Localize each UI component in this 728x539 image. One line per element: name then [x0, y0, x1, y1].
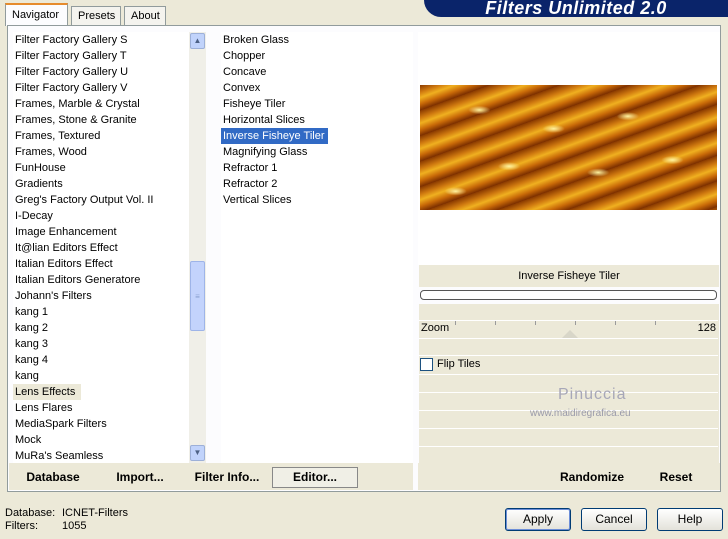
- watermark-url: www.maidiregrafica.eu: [530, 408, 631, 419]
- zoom-label: Zoom: [421, 322, 450, 334]
- filters-status-label: Filters:: [5, 520, 38, 532]
- category-list-item[interactable]: Filter Factory Gallery V: [13, 80, 189, 96]
- category-list[interactable]: Filter Factory Gallery S Filter Factory G…: [13, 32, 189, 463]
- tab-presets[interactable]: Presets: [71, 6, 121, 25]
- watermark-name: Pinuccia: [558, 386, 627, 403]
- help-button[interactable]: Help: [657, 508, 723, 531]
- category-list-item[interactable]: MuRa's Seamless: [13, 448, 189, 463]
- filter-list-item[interactable]: Refractor 2: [221, 176, 413, 192]
- category-list-item[interactable]: I-Decay: [13, 208, 189, 224]
- category-list-item[interactable]: Italian Editors Effect: [13, 256, 189, 272]
- category-list-item[interactable]: Frames, Wood: [13, 144, 189, 160]
- apply-button[interactable]: Apply: [505, 508, 571, 531]
- category-list-item[interactable]: Filter Factory Gallery U: [13, 64, 189, 80]
- app-title: Filters Unlimited 2.0: [424, 0, 728, 17]
- filters-status-value: 1055: [62, 520, 87, 532]
- category-list-item[interactable]: kang 3: [13, 336, 189, 352]
- category-list-item[interactable]: Lens Flares: [13, 400, 189, 416]
- zoom-slider-thumb[interactable]: [562, 330, 578, 338]
- category-list-item[interactable]: Greg's Factory Output Vol. II: [13, 192, 189, 208]
- editor-button[interactable]: Editor...: [272, 467, 358, 488]
- database-button[interactable]: Database: [20, 467, 86, 487]
- preview-image: [420, 85, 717, 210]
- category-list-item[interactable]: Johann's Filters: [13, 288, 189, 304]
- category-list-item[interactable]: kang 2: [13, 320, 189, 336]
- cancel-button[interactable]: Cancel: [581, 508, 647, 531]
- category-list-item[interactable]: Lens Effects: [13, 384, 82, 400]
- category-list-item[interactable]: Frames, Marble & Crystal: [13, 96, 189, 112]
- reset-button[interactable]: Reset: [650, 467, 702, 487]
- import-button[interactable]: Import...: [108, 467, 172, 487]
- flip-tiles-label[interactable]: Flip Tiles: [437, 358, 480, 370]
- filter-list-item[interactable]: Concave: [221, 64, 413, 80]
- filter-name-label: Inverse Fisheye Tiler: [419, 265, 719, 287]
- category-list-item[interactable]: FunHouse: [13, 160, 189, 176]
- flip-tiles-checkbox[interactable]: [420, 358, 433, 371]
- category-list-item[interactable]: Filter Factory Gallery T: [13, 48, 189, 64]
- filter-list-item[interactable]: Chopper: [221, 48, 413, 64]
- category-scrollbar[interactable]: [189, 32, 206, 463]
- zoom-slider-ticks: [455, 321, 695, 325]
- category-list-item[interactable]: Filter Factory Gallery S: [13, 32, 189, 48]
- category-list-item[interactable]: Frames, Stone & Granite: [13, 112, 189, 128]
- filter-list-item[interactable]: Broken Glass: [221, 32, 413, 48]
- database-status-value: ICNET-Filters: [62, 507, 128, 519]
- filter-info-button[interactable]: Filter Info...: [191, 467, 263, 487]
- filter-list-item[interactable]: Vertical Slices: [221, 192, 413, 208]
- tab-about[interactable]: About: [124, 6, 166, 25]
- category-list-item[interactable]: kang 1: [13, 304, 189, 320]
- category-list-item[interactable]: Image Enhancement: [13, 224, 189, 240]
- filter-list-item[interactable]: Refractor 1: [221, 160, 413, 176]
- scroll-up-arrow-icon[interactable]: ▲: [190, 33, 205, 49]
- filter-list-item[interactable]: Inverse Fisheye Tiler: [221, 128, 329, 144]
- filter-list-item[interactable]: Magnifying Glass: [221, 144, 413, 160]
- filter-list-item[interactable]: Convex: [221, 80, 413, 96]
- filter-list[interactable]: Broken Glass Chopper Concave Convex Fisheye …: [221, 32, 413, 463]
- tab-navigator[interactable]: Navigator: [5, 3, 68, 26]
- category-list-item[interactable]: Italian Editors Generatore: [13, 272, 189, 288]
- scroll-down-arrow-icon[interactable]: ▼: [190, 445, 205, 461]
- randomize-button[interactable]: Randomize: [553, 467, 631, 487]
- filter-list-item[interactable]: Horizontal Slices: [221, 112, 413, 128]
- progress-bar: [420, 290, 717, 300]
- category-list-item[interactable]: kang 4: [13, 352, 189, 368]
- database-status-label: Database:: [5, 507, 56, 519]
- category-list-item[interactable]: kang: [13, 368, 189, 384]
- settings-panel: [419, 304, 719, 464]
- scroll-thumb[interactable]: ≡: [190, 261, 205, 331]
- category-list-item[interactable]: Mock: [13, 432, 189, 448]
- category-list-item[interactable]: It@lian Editors Effect: [13, 240, 189, 256]
- filter-list-item[interactable]: Fisheye Tiler: [221, 96, 413, 112]
- category-list-item[interactable]: Gradients: [13, 176, 189, 192]
- category-list-item[interactable]: Frames, Textured: [13, 128, 189, 144]
- zoom-value: 128: [697, 322, 716, 334]
- category-list-item[interactable]: MediaSpark Filters: [13, 416, 189, 432]
